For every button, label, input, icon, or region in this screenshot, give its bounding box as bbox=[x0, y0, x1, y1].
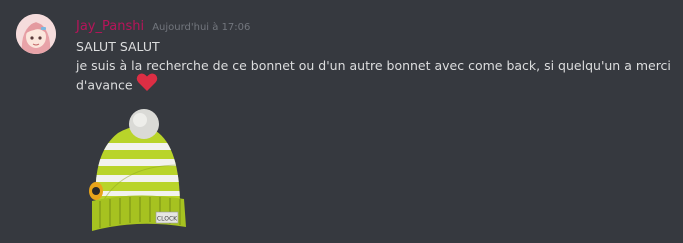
user-avatar[interactable] bbox=[16, 14, 56, 54]
heart-emoji-icon bbox=[136, 72, 158, 97]
message-line-3: d'avance bbox=[76, 72, 158, 97]
chat-message: Jay_Panshi Aujourd'hui à 17:06 SALUT SAL… bbox=[0, 0, 683, 243]
message-line-1: SALUT SALUT bbox=[76, 39, 160, 54]
username[interactable]: Jay_Panshi bbox=[76, 19, 144, 34]
avatar-image bbox=[16, 14, 56, 54]
beanie-tag-text: CLOCK bbox=[157, 216, 178, 223]
message-line-3-text: d'avance bbox=[76, 77, 133, 93]
message-header: Jay_Panshi Aujourd'hui à 17:06 bbox=[76, 15, 250, 34]
message-line-2: je suis à la recherche de ce bonnet ou d… bbox=[76, 58, 671, 73]
beanie-image: CLOCK bbox=[89, 109, 186, 231]
beanie-image-attachment[interactable]: CLOCK bbox=[80, 105, 190, 233]
timestamp: Aujourd'hui à 17:06 bbox=[152, 22, 251, 33]
